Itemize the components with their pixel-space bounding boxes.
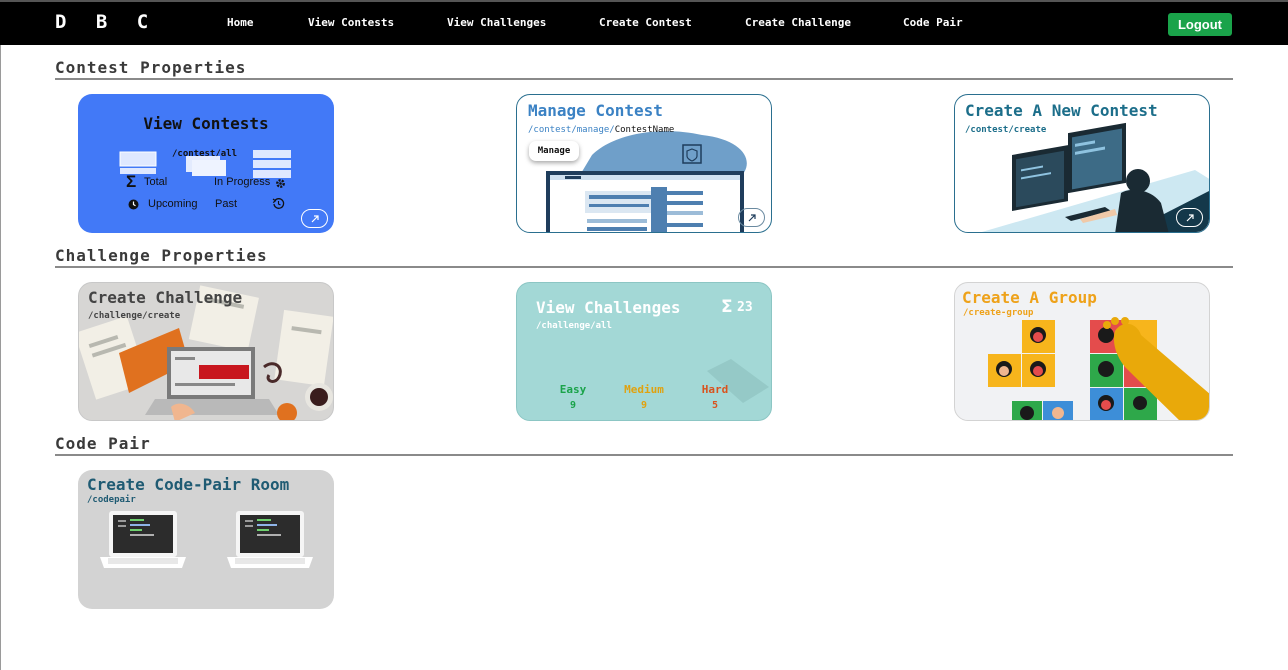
create-group-card[interactable]: Create A Group /create-group bbox=[954, 282, 1210, 421]
history-icon bbox=[272, 198, 285, 209]
card-title: Create Code-Pair Room bbox=[87, 475, 290, 494]
section-title-contest: Contest Properties bbox=[55, 58, 247, 77]
open-manage-contest-button[interactable] bbox=[738, 208, 765, 227]
nav-create-challenge[interactable]: Create Challenge bbox=[745, 16, 851, 29]
section-divider bbox=[55, 454, 1233, 456]
difficulty-medium-count: 9 bbox=[640, 400, 648, 411]
section-divider bbox=[55, 78, 1233, 80]
difficulty-easy-label: Easy bbox=[559, 383, 587, 396]
stat-in-progress: In Progress bbox=[214, 176, 271, 188]
sum-icon: Σ bbox=[126, 172, 137, 191]
card-path: /contest/manage/ContestName bbox=[528, 125, 674, 135]
manage-contest-card[interactable]: Manage Contest /contest/manage/ContestNa… bbox=[516, 94, 772, 233]
open-view-contests-button[interactable] bbox=[301, 209, 328, 228]
difficulty-medium-label: Medium bbox=[624, 383, 664, 396]
brand-logo[interactable]: D B C bbox=[55, 11, 157, 33]
section-title-codepair: Code Pair bbox=[55, 434, 151, 453]
path-param: ContestName bbox=[614, 125, 675, 135]
card-title: View Contests bbox=[143, 114, 269, 133]
clock-icon bbox=[128, 199, 139, 210]
path-prefix: /contest/manage/ bbox=[528, 125, 615, 135]
card-path: /challenge/all bbox=[536, 321, 612, 331]
create-codepair-card[interactable]: Create Code-Pair Room /codepair bbox=[78, 470, 334, 609]
stat-past: Past bbox=[215, 198, 238, 210]
nav-home[interactable]: Home bbox=[227, 16, 254, 29]
nav-code-pair[interactable]: Code Pair bbox=[903, 16, 963, 29]
card-path: /contest/create bbox=[965, 125, 1047, 135]
create-contest-card[interactable]: Create A New Contest /contest/create bbox=[954, 94, 1210, 233]
manage-button[interactable]: Manage bbox=[529, 141, 579, 161]
card-path: /codepair bbox=[87, 495, 136, 505]
arrow-icon bbox=[748, 213, 756, 221]
card-title: Create Challenge bbox=[88, 288, 243, 307]
create-challenge-card[interactable]: Create Challenge /challenge/create bbox=[78, 282, 334, 421]
view-contests-card[interactable]: View Contests /contest/all Σ Total In Pr… bbox=[78, 94, 334, 233]
nav-create-contest[interactable]: Create Contest bbox=[599, 16, 692, 29]
arrow-icon bbox=[1186, 213, 1194, 221]
total-challenges-count: 23 bbox=[737, 300, 753, 315]
view-challenges-card[interactable]: View Challenges Σ 23 /challenge/all Easy… bbox=[516, 282, 772, 421]
nav-view-contests[interactable]: View Contests bbox=[308, 16, 394, 29]
arrow-icon bbox=[311, 214, 319, 222]
difficulty-hard-count: 5 bbox=[711, 400, 719, 411]
card-title: Create A Group bbox=[962, 288, 1097, 307]
top-navbar: D B C Home View Contests View Challenges… bbox=[0, 0, 1288, 45]
difficulty-easy-count: 9 bbox=[569, 400, 577, 411]
section-title-challenge: Challenge Properties bbox=[55, 246, 268, 265]
open-create-contest-button[interactable] bbox=[1176, 208, 1203, 227]
card-path: /create-group bbox=[963, 308, 1034, 318]
stat-total: Total bbox=[144, 176, 168, 188]
card-title: Create A New Contest bbox=[965, 101, 1158, 120]
logout-button[interactable]: Logout bbox=[1168, 13, 1232, 36]
gear-icon bbox=[276, 179, 285, 188]
difficulty-hard-label: Hard bbox=[701, 383, 729, 396]
section-divider bbox=[55, 266, 1233, 268]
stat-upcoming: Upcoming bbox=[148, 198, 198, 210]
card-title: View Challenges bbox=[536, 298, 681, 317]
card-title: Manage Contest bbox=[528, 101, 663, 120]
card-path: /challenge/create bbox=[88, 311, 181, 321]
nav-view-challenges[interactable]: View Challenges bbox=[447, 16, 546, 29]
sum-icon: Σ bbox=[721, 297, 733, 317]
